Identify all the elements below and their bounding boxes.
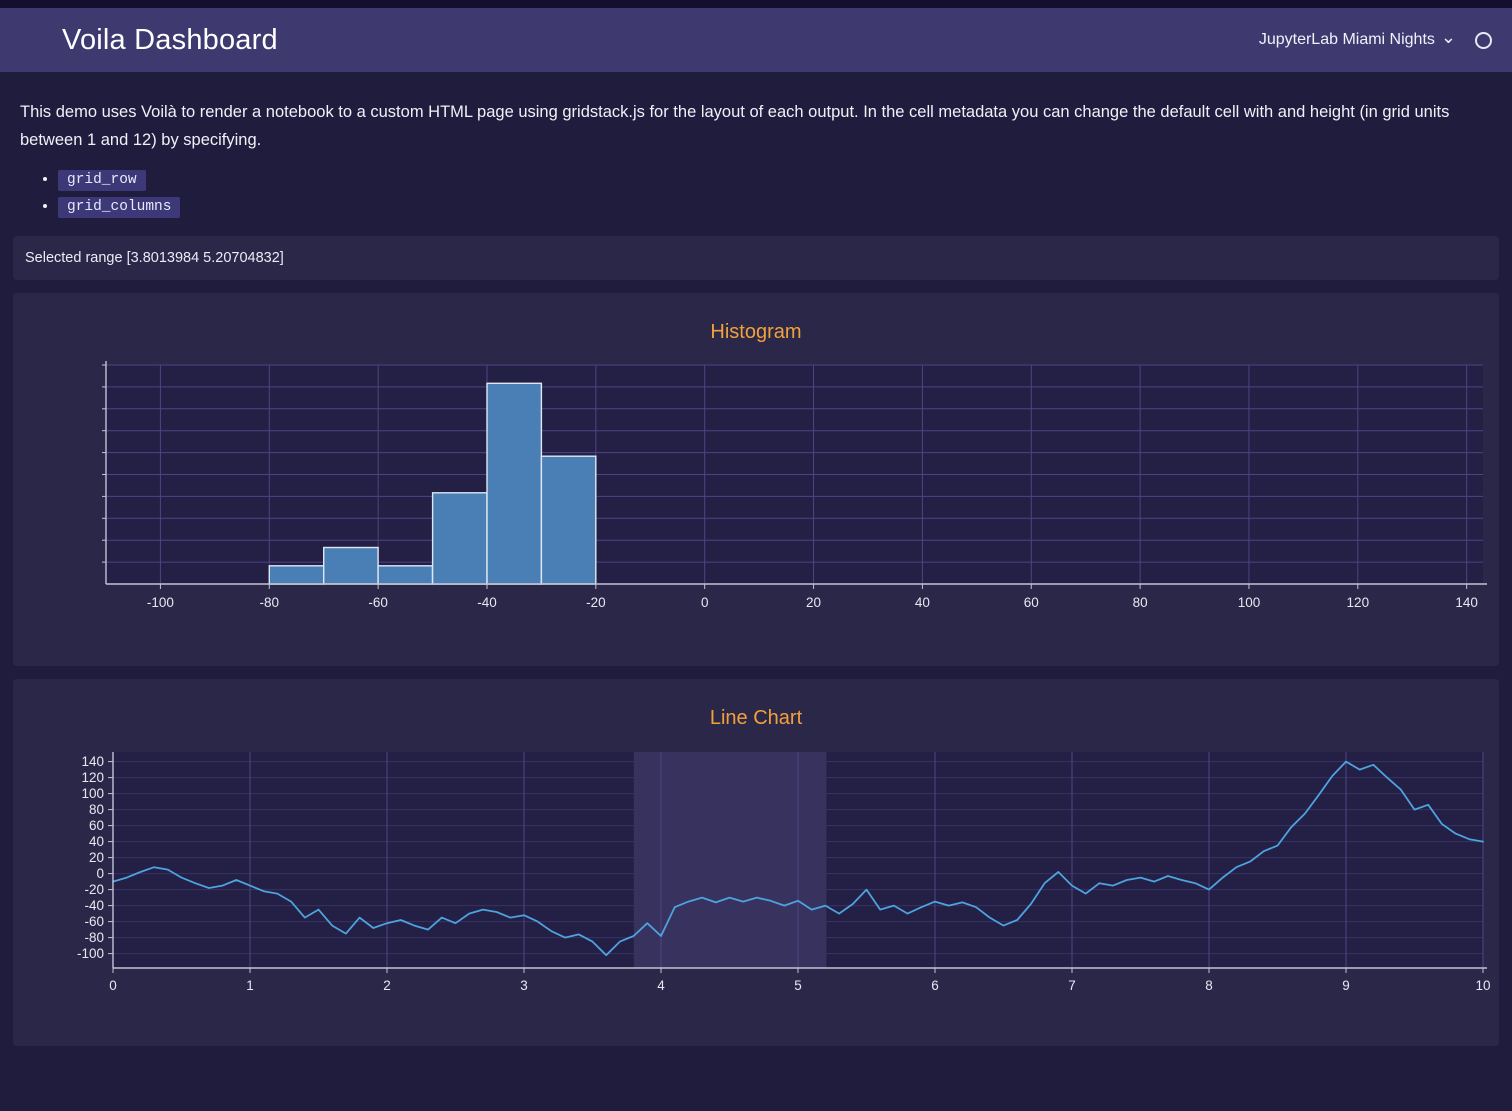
svg-text:40: 40 — [915, 595, 930, 610]
svg-text:4: 4 — [657, 978, 665, 993]
svg-text:-40: -40 — [84, 898, 104, 913]
intro-list: grid_row grid_columns — [58, 170, 1499, 215]
svg-text:10: 10 — [1475, 978, 1490, 993]
svg-text:8: 8 — [1205, 978, 1213, 993]
svg-text:6: 6 — [931, 978, 939, 993]
svg-text:-40: -40 — [477, 595, 497, 610]
list-item: grid_row — [58, 170, 1499, 188]
theme-selector[interactable]: JupyterLab Miami Nights ⌄ — [1259, 31, 1456, 49]
svg-text:100: 100 — [81, 786, 104, 801]
svg-text:60: 60 — [89, 818, 104, 833]
line-chart-panel: Line Chart -100-80-60-40-200204060801001… — [13, 679, 1499, 1046]
kernel-status-icon — [1475, 32, 1492, 49]
svg-text:140: 140 — [81, 754, 104, 769]
svg-text:-20: -20 — [84, 882, 104, 897]
svg-text:5: 5 — [794, 978, 802, 993]
line-chart[interactable]: -100-80-60-40-20020406080100120140012345… — [21, 746, 1491, 998]
selected-range-output: Selected range [3.8013984 5.20704832] — [13, 236, 1499, 280]
svg-text:0: 0 — [109, 978, 117, 993]
svg-text:7: 7 — [1068, 978, 1076, 993]
window-top-strip — [0, 0, 1512, 8]
theme-selector-label: JupyterLab Miami Nights — [1259, 31, 1435, 49]
svg-text:80: 80 — [89, 802, 104, 817]
svg-text:60: 60 — [1024, 595, 1039, 610]
chevron-down-icon: ⌄ — [1441, 32, 1456, 42]
svg-text:0: 0 — [96, 866, 104, 881]
histogram-chart[interactable]: -100 -80 -60 -40 -20 0 20 40 60 80 100 120 140 — [21, 360, 1491, 618]
svg-text:100: 100 — [1238, 595, 1261, 610]
code-chip-grid-columns: grid_columns — [58, 197, 180, 218]
svg-text:20: 20 — [89, 850, 104, 865]
svg-text:0: 0 — [701, 595, 709, 610]
svg-text:-60: -60 — [84, 914, 104, 929]
svg-text:2: 2 — [383, 978, 391, 993]
list-item: grid_columns — [58, 197, 1499, 215]
svg-text:120: 120 — [81, 770, 104, 785]
svg-text:1: 1 — [246, 978, 254, 993]
app-header: Voila Dashboard JupyterLab Miami Nights … — [0, 8, 1512, 72]
dashboard-main: This demo uses Voilà to render a noteboo… — [0, 98, 1512, 1046]
code-chip-grid-row: grid_row — [58, 170, 146, 191]
svg-text:40: 40 — [89, 834, 104, 849]
svg-text:-60: -60 — [368, 595, 388, 610]
histogram-panel: Histogram -100 -80 -60 -40 -20 0 20 40 60 80 100 12… — [13, 293, 1499, 666]
svg-text:140: 140 — [1455, 595, 1478, 610]
svg-text:9: 9 — [1342, 978, 1350, 993]
svg-text:-100: -100 — [147, 595, 174, 610]
line-chart-title: Line Chart — [21, 707, 1491, 730]
svg-text:120: 120 — [1347, 595, 1370, 610]
svg-text:-80: -80 — [260, 595, 280, 610]
svg-text:-80: -80 — [84, 930, 104, 945]
svg-text:-100: -100 — [77, 946, 104, 961]
histogram-title: Histogram — [21, 321, 1491, 344]
svg-text:80: 80 — [1133, 595, 1148, 610]
svg-text:3: 3 — [520, 978, 528, 993]
selected-range-text: Selected range [3.8013984 5.20704832] — [25, 250, 284, 266]
svg-text:-20: -20 — [586, 595, 606, 610]
intro-paragraph: This demo uses Voilà to render a noteboo… — [20, 98, 1492, 154]
svg-text:20: 20 — [806, 595, 821, 610]
page-title: Voila Dashboard — [62, 24, 1259, 57]
